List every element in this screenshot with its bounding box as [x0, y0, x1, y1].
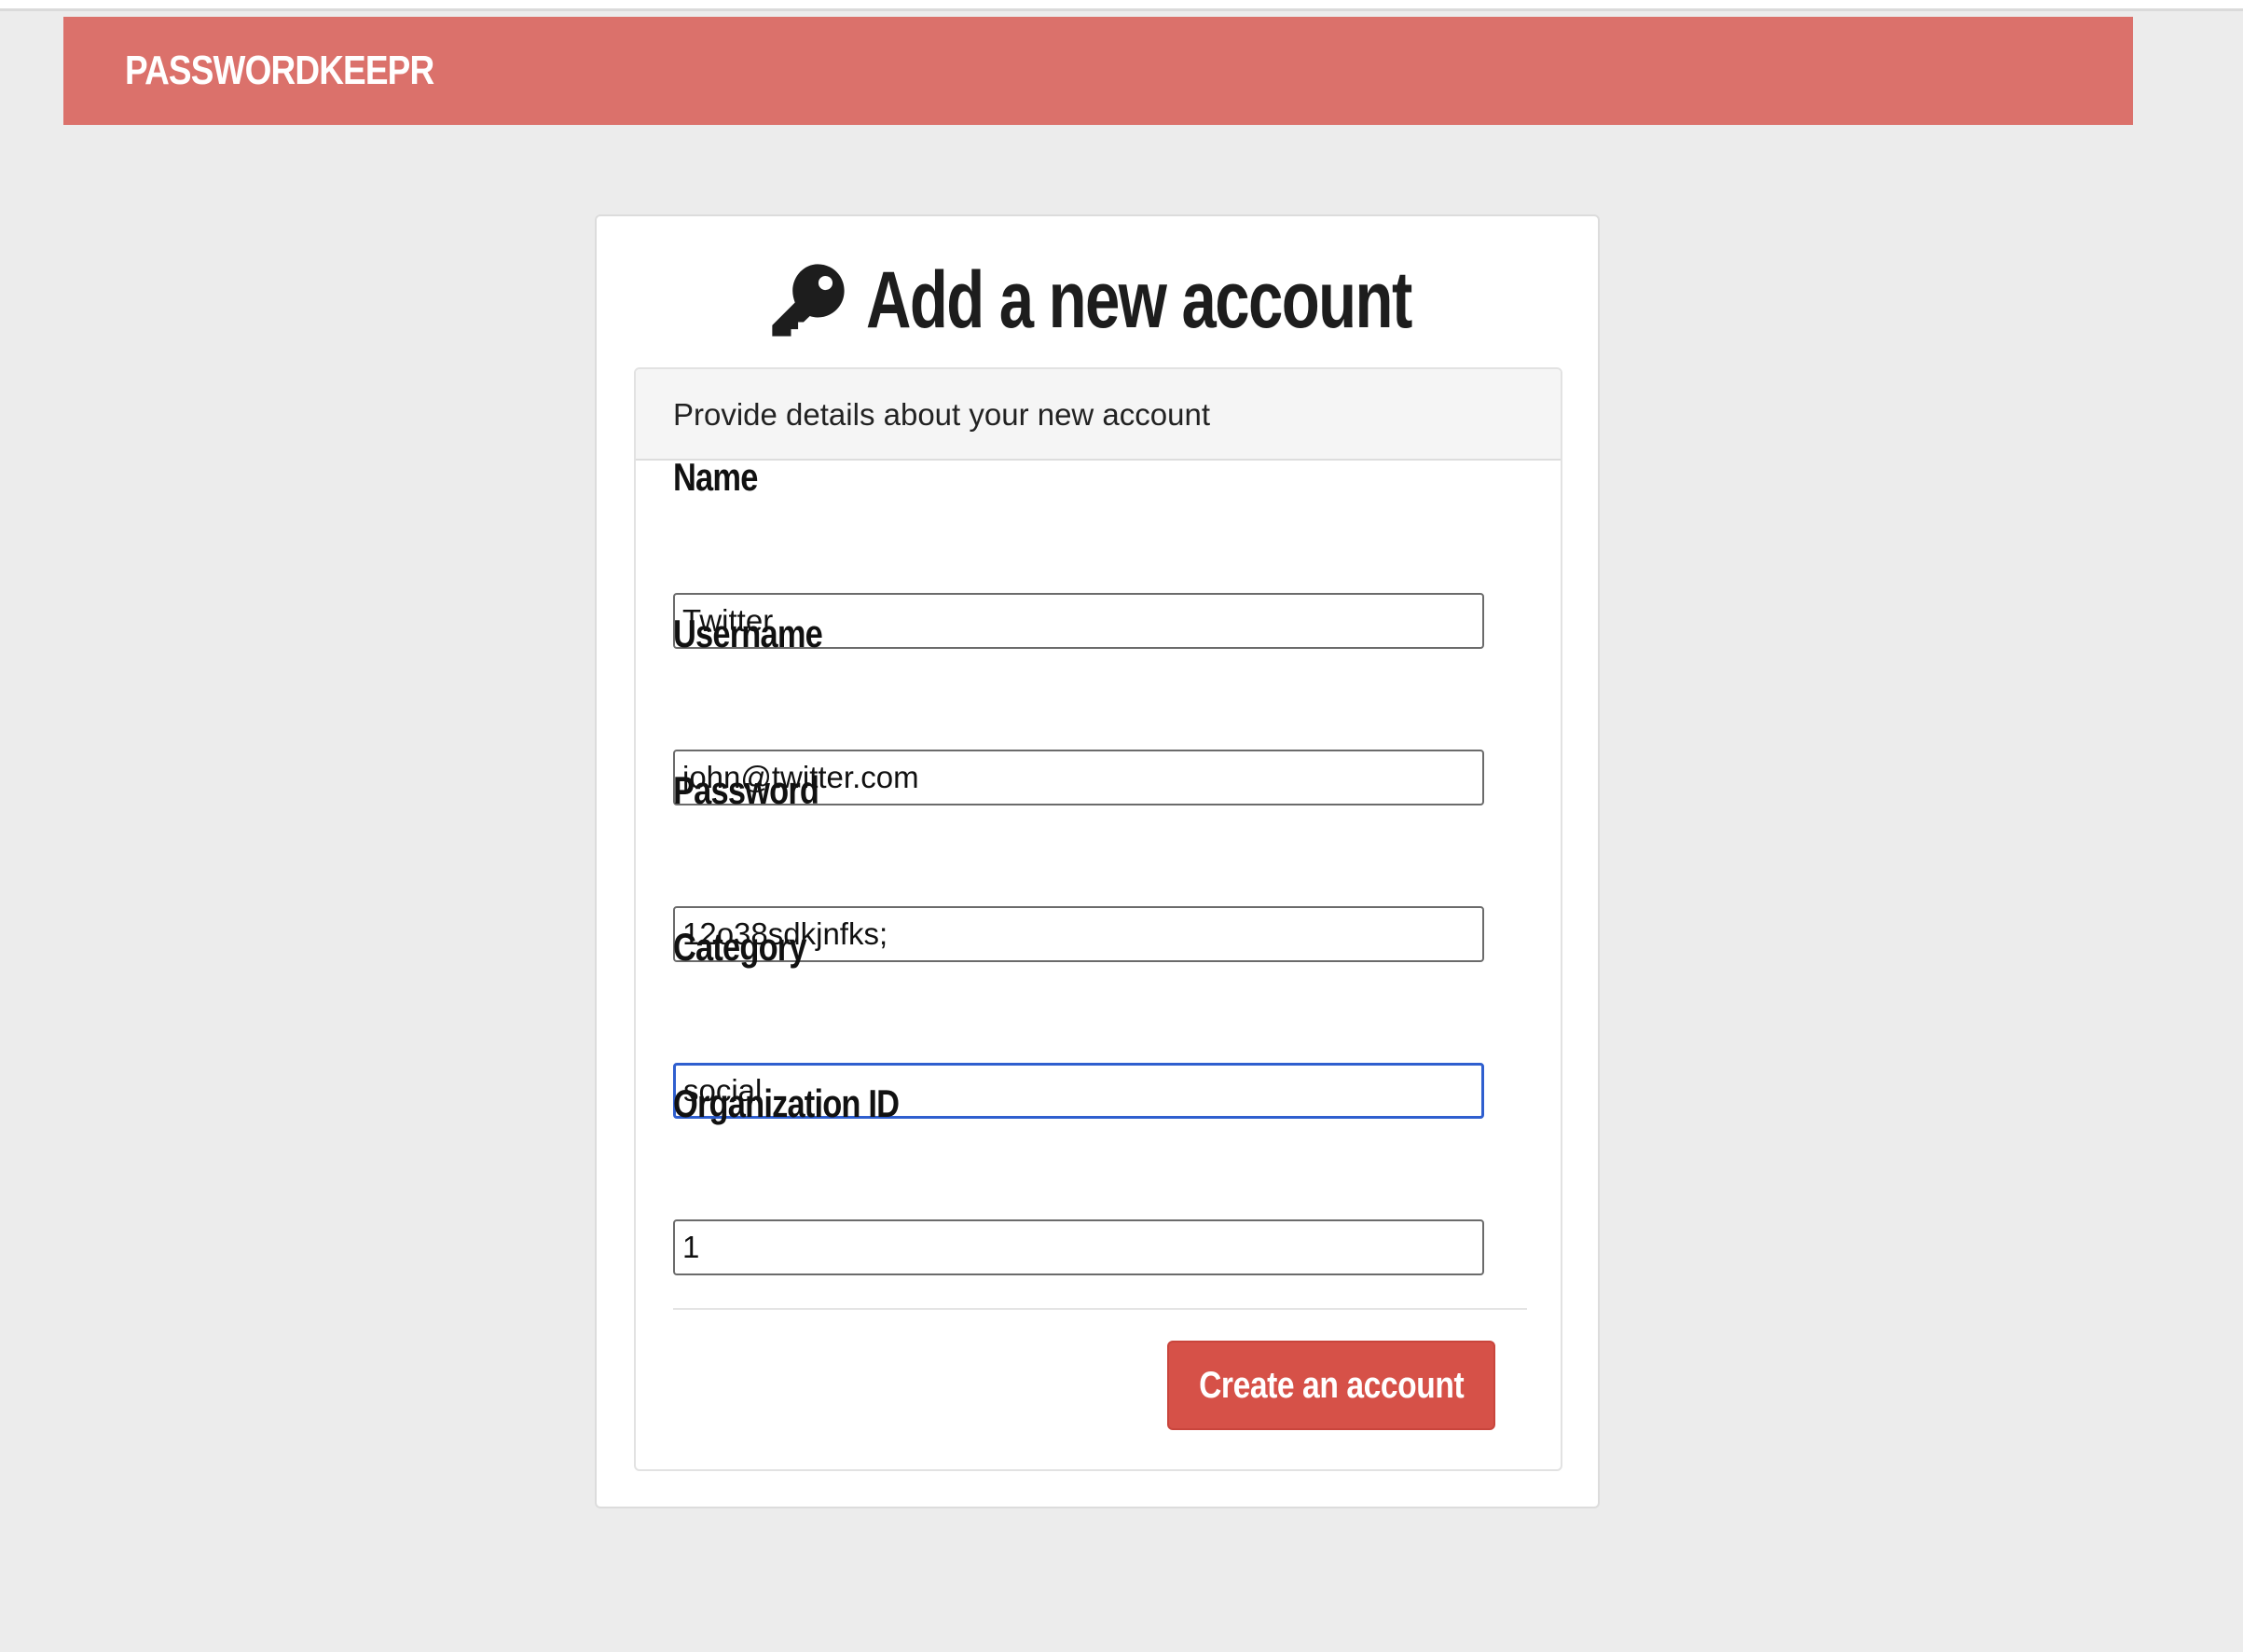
add-account-card: Add a new account Provide details about … — [595, 214, 1600, 1508]
form-divider — [673, 1308, 1527, 1310]
browser-top-edge — [0, 0, 2243, 11]
brand-logo-link[interactable]: PASSWORDKEEPR — [125, 17, 434, 125]
category-label: Category — [673, 925, 807, 969]
password-label: Password — [673, 768, 819, 812]
organization-id-input[interactable] — [673, 1219, 1484, 1275]
account-details-panel: Provide details about your new account N… — [634, 367, 1562, 1471]
username-label: Username — [673, 612, 823, 655]
key-icon — [772, 264, 845, 337]
page-title-text: Add a new account — [866, 255, 1412, 345]
panel-heading: Provide details about your new account — [636, 369, 1561, 461]
create-account-button-label: Create an account — [1198, 1364, 1465, 1406]
navbar: PASSWORDKEEPR — [63, 17, 2133, 125]
name-label: Name — [673, 455, 758, 499]
create-account-button[interactable]: Create an account — [1167, 1341, 1495, 1430]
page-title: Add a new account — [597, 254, 1598, 347]
panel-heading-text: Provide details about your new account — [673, 397, 1211, 432]
organization-id-label: Organization ID — [673, 1081, 900, 1125]
